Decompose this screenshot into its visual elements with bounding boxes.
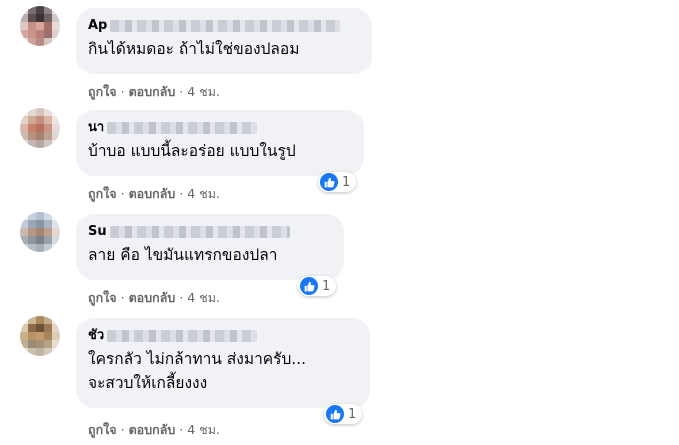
comment-text-line: ใครกลัว ไม่กล้าทาน ส่งมาครับ... [88,350,307,368]
reply-link[interactable]: ตอบกลับ [129,422,176,437]
reaction-number: 1 [322,278,331,294]
like-icon [320,173,338,191]
author-name[interactable]: Su [88,223,107,240]
avatar[interactable] [20,108,60,148]
reply-link[interactable]: ตอบกลับ [129,186,176,201]
comment-bubble: นา บ้าบอ แบบนี้ละอร่อย แบบในรูป [76,110,364,176]
comment-time[interactable]: 4 ชม. [187,84,220,99]
comment-time[interactable]: 4 ชม. [187,186,220,201]
comment-time[interactable]: 4 ชม. [187,290,220,305]
comment-text: กินได้หมดอะ ถ้าไม่ใช่ของปลอม [88,40,300,58]
comment-author[interactable]: ชัว [88,327,358,344]
comment-actions: ถูกใจ · ตอบกลับ · 4 ชม. [88,82,220,102]
reply-link[interactable]: ตอบกลับ [129,290,176,305]
reply-link[interactable]: ตอบกลับ [129,84,176,99]
comment-bubble: Ap กินได้หมดอะ ถ้าไม่ใช่ของปลอม [76,8,372,74]
comment-author[interactable]: นา [88,119,352,136]
reaction-count[interactable]: 1 [324,404,363,424]
comment-time[interactable]: 4 ชม. [187,422,220,437]
comment-author[interactable]: Ap [88,17,360,34]
like-icon [326,405,344,423]
author-name-blur [107,121,258,134]
comment-text: ใครกลัว ไม่กล้าทาน ส่งมาครับ... จะสวบให้… [88,347,358,395]
author-name[interactable]: นา [88,119,104,136]
separator: · [120,84,125,99]
comment-author[interactable]: Su [88,223,332,240]
separator: · [179,422,184,437]
comment-text: ลาย คือ ไขมันแทรกของปลา [88,246,278,264]
separator: · [179,84,184,99]
comment-bubble: ชัว ใครกลัว ไม่กล้าทาน ส่งมาครับ... จะสว… [76,318,370,408]
comment-actions: ถูกใจ · ตอบกลับ · 4 ชม. [88,184,220,204]
reaction-count[interactable]: 1 [298,276,337,296]
author-name[interactable]: Ap [88,17,107,34]
reaction-count[interactable]: 1 [318,172,357,192]
separator: · [179,186,184,201]
separator: · [179,290,184,305]
separator: · [120,422,125,437]
author-name-blur [109,225,290,238]
like-link[interactable]: ถูกใจ [88,422,117,437]
comment-actions: ถูกใจ · ตอบกลับ · 4 ชม. [88,420,220,440]
comment-text-line: จะสวบให้เกลี้ยงงง [88,374,208,392]
reaction-number: 1 [342,174,351,190]
avatar[interactable] [20,6,60,46]
comment-bubble: Su ลาย คือ ไขมันแทรกของปลา [76,214,344,280]
reaction-number: 1 [348,406,357,422]
like-link[interactable]: ถูกใจ [88,290,117,305]
comment-actions: ถูกใจ · ตอบกลับ · 4 ชม. [88,288,220,308]
like-link[interactable]: ถูกใจ [88,186,117,201]
separator: · [120,186,125,201]
avatar[interactable] [20,316,60,356]
author-name[interactable]: ชัว [88,327,104,344]
like-link[interactable]: ถูกใจ [88,84,117,99]
author-name-blur [107,329,258,342]
comment-text: บ้าบอ แบบนี้ละอร่อย แบบในรูป [88,142,296,160]
separator: · [120,290,125,305]
author-name-blur [110,19,341,32]
avatar[interactable] [20,212,60,252]
like-icon [300,277,318,295]
